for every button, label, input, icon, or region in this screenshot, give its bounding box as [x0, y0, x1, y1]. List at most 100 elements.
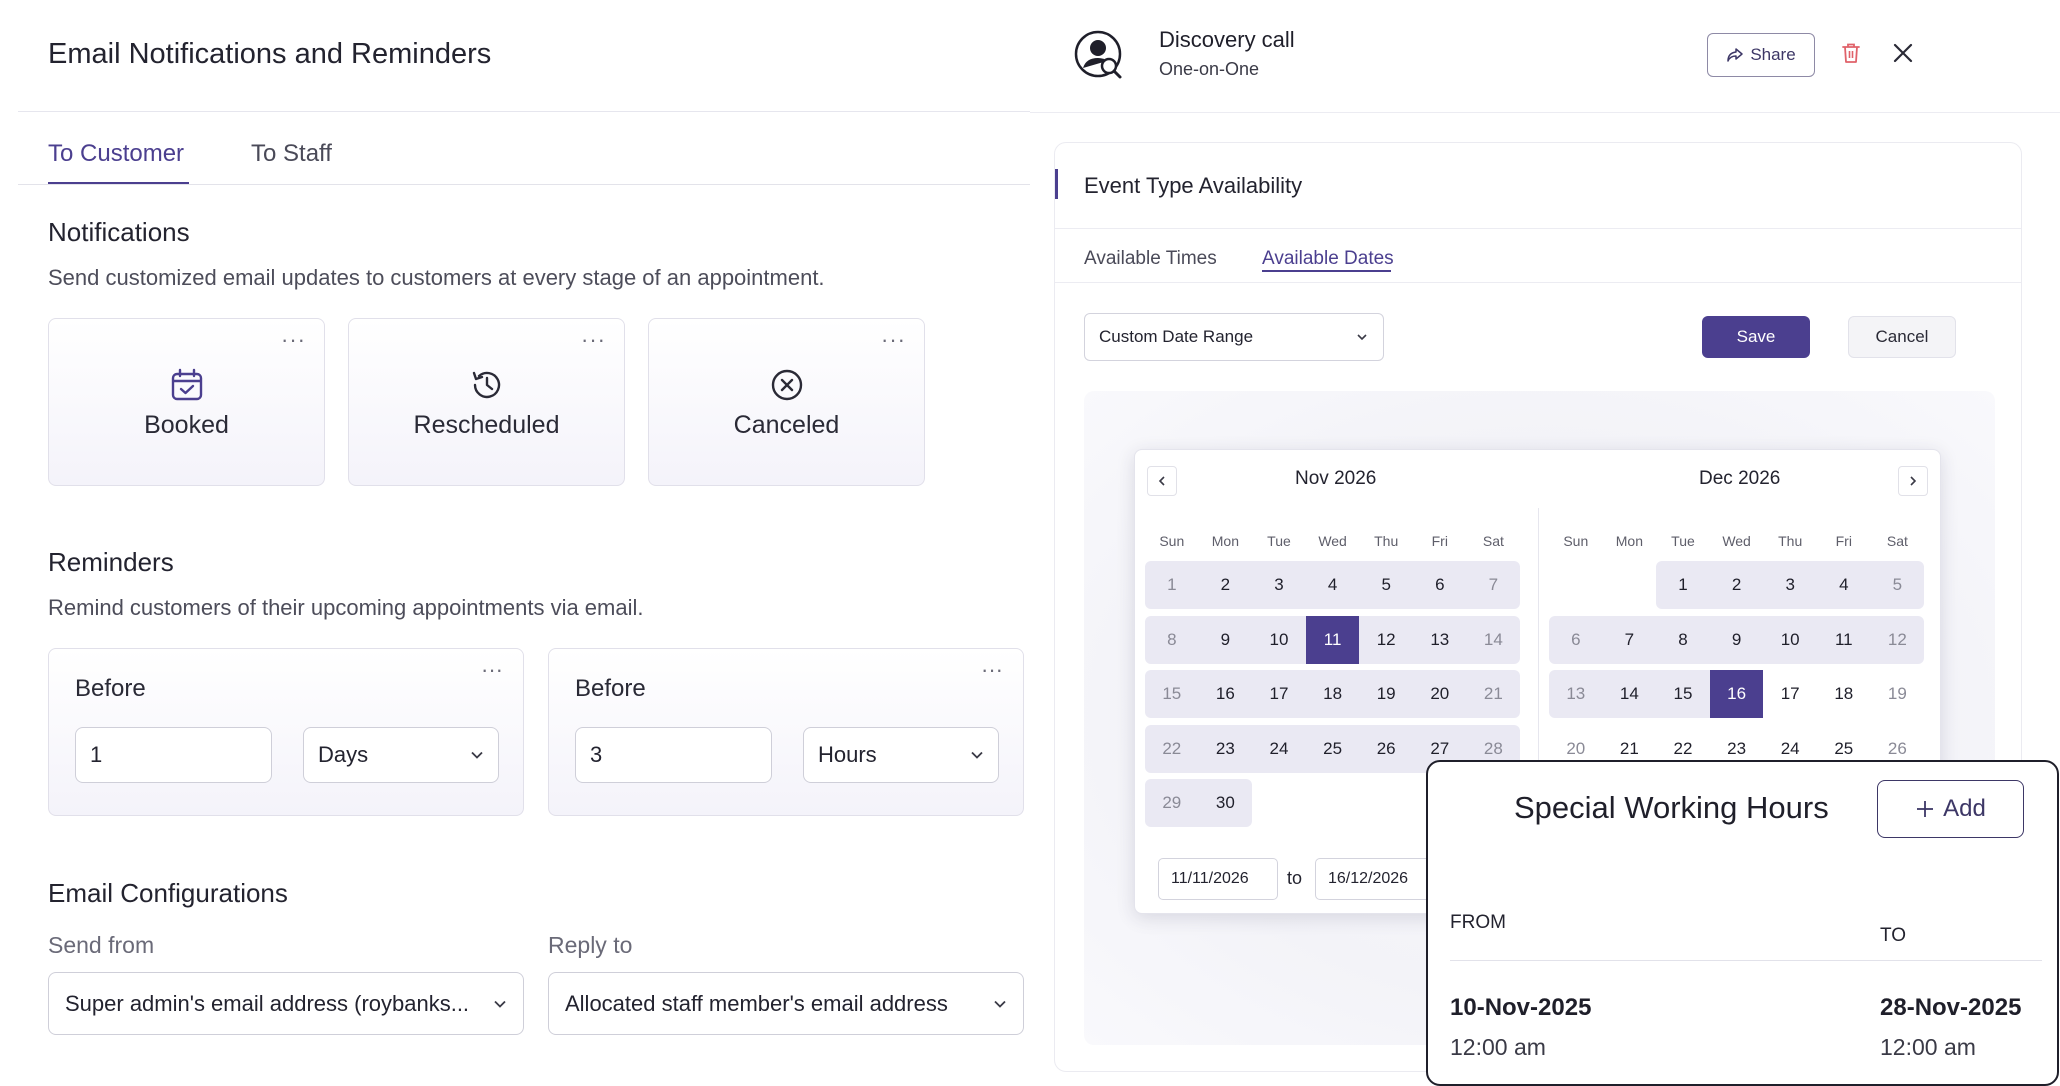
tab-to-customer[interactable]: To Customer — [48, 140, 184, 168]
special-hours-title: Special Working Hours — [1514, 790, 1829, 825]
calendar-day[interactable]: 9 — [1198, 615, 1253, 664]
calendar-day[interactable]: 19 — [1359, 670, 1413, 718]
calendar-day[interactable]: 2 — [1198, 561, 1253, 609]
weekday-header: Sat — [1482, 533, 1504, 549]
chevron-down-icon — [1357, 334, 1367, 341]
reminders-title: Reminders — [48, 547, 174, 577]
range-start-input[interactable]: 11/11/2026 — [1158, 858, 1278, 900]
reminder-value-input[interactable]: 1 — [75, 727, 272, 783]
more-options-icon[interactable]: ··· — [281, 327, 306, 353]
email-notifications-panel: Email Notifications and Reminders To Cus… — [0, 0, 1030, 1086]
calendar-day[interactable]: 10 — [1763, 615, 1817, 664]
reminder-label: Before — [575, 675, 646, 702]
add-label: Add — [1943, 795, 1986, 822]
calendar-day[interactable]: 8 — [1145, 615, 1199, 664]
to-column-header: TO — [1880, 925, 1907, 946]
calendar-day[interactable]: 8 — [1656, 615, 1710, 664]
calendar-day[interactable]: 26 — [1359, 724, 1413, 773]
calendar-day[interactable]: 4 — [1305, 561, 1360, 609]
reminders-description: Remind customers of their upcoming appoi… — [48, 595, 644, 620]
weekday-header: Fri — [1431, 533, 1448, 549]
save-button[interactable]: Save — [1702, 316, 1810, 358]
calendar-day[interactable]: 14 — [1602, 670, 1657, 718]
calendar-day[interactable]: 6 — [1413, 561, 1467, 609]
calendar-day[interactable]: 10 — [1252, 615, 1306, 664]
add-special-hours-button[interactable]: Add — [1877, 780, 2024, 838]
calendar-day[interactable]: 18 — [1305, 670, 1360, 718]
calendar-day[interactable]: 15 — [1656, 670, 1710, 718]
date-range-select[interactable]: Custom Date Range — [1084, 313, 1384, 361]
calendar-day[interactable]: 7 — [1602, 615, 1657, 664]
calendar-day[interactable]: 19 — [1871, 670, 1925, 718]
more-options-icon[interactable]: ··· — [481, 657, 503, 683]
weekday-header: Sun — [1563, 533, 1589, 549]
next-month-button[interactable] — [1898, 466, 1928, 496]
more-options-icon[interactable]: ··· — [981, 657, 1003, 683]
calendar-day[interactable]: 23 — [1198, 724, 1253, 773]
calendar-day[interactable]: 22 — [1145, 724, 1199, 773]
calendar-day[interactable]: 7 — [1466, 561, 1521, 609]
from-date: 10-Nov-2025 — [1450, 994, 1592, 1021]
tab-to-staff[interactable]: To Staff — [251, 140, 332, 168]
reply-to-select[interactable]: Allocated staff member's email address — [548, 972, 1024, 1035]
calendar-day[interactable]: 12 — [1359, 615, 1413, 664]
send-from-select[interactable]: Super admin's email address (roybanks... — [48, 972, 524, 1035]
email-config-title: Email Configurations — [48, 878, 288, 908]
calendar-day[interactable]: 21 — [1466, 670, 1521, 718]
calendar-day[interactable]: 16 — [1198, 670, 1253, 718]
calendar-day[interactable]: 17 — [1252, 670, 1306, 718]
calendar-day[interactable]: 25 — [1305, 724, 1360, 773]
notification-card-booked[interactable]: ··· Booked — [48, 318, 325, 486]
calendar-day[interactable]: 3 — [1763, 561, 1817, 609]
tab-available-dates[interactable]: Available Dates — [1262, 248, 1394, 270]
trash-icon[interactable] — [1841, 42, 1861, 64]
weekday-header: Tue — [1267, 533, 1291, 549]
notification-card-label: Rescheduled — [413, 411, 560, 439]
calendar-day[interactable]: 4 — [1817, 561, 1871, 609]
calendar-day[interactable]: 6 — [1549, 615, 1603, 664]
close-icon[interactable] — [1892, 42, 1914, 64]
notification-card-canceled[interactable]: ··· Canceled — [648, 318, 925, 486]
calendar-day[interactable]: 5 — [1359, 561, 1413, 609]
calendar-day[interactable]: 30 — [1198, 779, 1253, 827]
calendar-day[interactable]: 16 — [1709, 670, 1764, 718]
cancel-button[interactable]: Cancel — [1848, 316, 1956, 358]
calendar-day[interactable]: 20 — [1413, 670, 1467, 718]
notification-card-rescheduled[interactable]: ··· Rescheduled — [348, 318, 625, 486]
tab-available-times[interactable]: Available Times — [1084, 248, 1217, 270]
chevron-left-icon — [1158, 476, 1165, 486]
more-options-icon[interactable]: ··· — [581, 327, 606, 353]
calendar-day[interactable]: 11 — [1817, 615, 1871, 664]
calendar-day[interactable]: 13 — [1549, 670, 1603, 718]
calendar-day[interactable]: 18 — [1817, 670, 1871, 718]
calendar-day[interactable]: 12 — [1870, 615, 1925, 664]
calendar-day[interactable]: 14 — [1466, 615, 1521, 664]
date-range-value: Custom Date Range — [1099, 327, 1254, 346]
circle-x-icon — [771, 369, 802, 401]
reminder-unit-select[interactable]: Days — [303, 727, 499, 783]
weekday-header: Sat — [1886, 533, 1908, 549]
weekday-header: Mon — [1615, 533, 1643, 549]
calendar-day[interactable]: 5 — [1870, 561, 1925, 609]
calendar-day[interactable]: 9 — [1709, 615, 1764, 664]
calendar-day[interactable]: 17 — [1763, 670, 1817, 718]
calendar-day[interactable]: 15 — [1145, 670, 1199, 718]
reminder-value-input[interactable]: 3 — [575, 727, 772, 783]
range-end-input[interactable]: 16/12/2026 — [1315, 858, 1435, 900]
header-divider — [18, 111, 1030, 112]
calendar-day[interactable]: 24 — [1252, 724, 1306, 773]
calendar-day[interactable]: 1 — [1656, 561, 1710, 609]
divider — [1055, 228, 2021, 229]
reminder-unit-select[interactable]: Hours — [803, 727, 999, 783]
calendar-day[interactable]: 1 — [1145, 561, 1199, 609]
prev-month-button[interactable] — [1147, 466, 1177, 496]
share-button[interactable]: Share — [1707, 33, 1815, 77]
calendar-day[interactable]: 2 — [1709, 561, 1764, 609]
availability-title: Event Type Availability — [1084, 173, 1303, 198]
calendar-day[interactable]: 29 — [1145, 779, 1199, 827]
more-options-icon[interactable]: ··· — [881, 327, 906, 353]
calendar-day[interactable]: 13 — [1413, 615, 1467, 664]
tabs-divider — [18, 184, 1030, 185]
calendar-day[interactable]: 3 — [1252, 561, 1306, 609]
calendar-day[interactable]: 11 — [1305, 615, 1360, 664]
